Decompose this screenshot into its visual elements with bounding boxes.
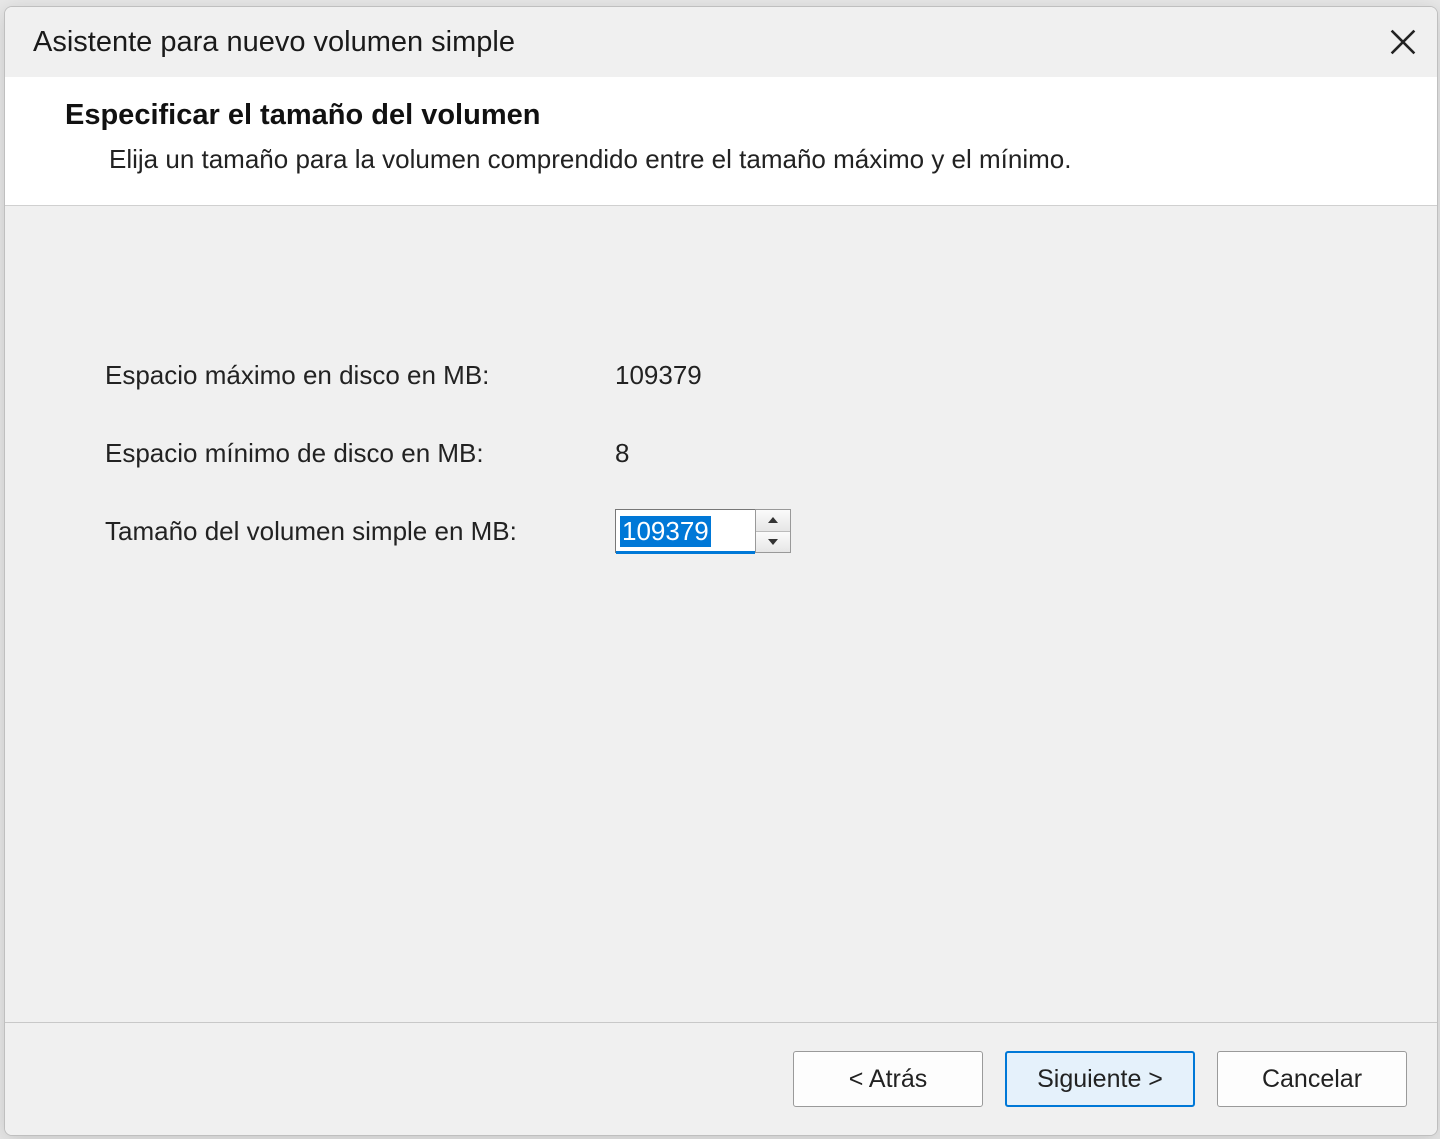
volume-size-spinner: 109379 — [615, 509, 791, 553]
row-min-space: Espacio mínimo de disco en MB: 8 — [105, 414, 1337, 492]
chevron-down-icon — [767, 538, 779, 546]
spinner-down-button[interactable] — [756, 531, 790, 553]
next-button[interactable]: Siguiente > — [1005, 1051, 1195, 1107]
row-max-space: Espacio máximo en disco en MB: 109379 — [105, 336, 1337, 414]
max-space-value: 109379 — [615, 360, 702, 391]
chevron-up-icon — [767, 516, 779, 524]
spinner-buttons — [755, 509, 791, 553]
close-icon — [1390, 29, 1416, 55]
volume-size-input[interactable]: 109379 — [615, 509, 755, 553]
spinner-up-button[interactable] — [756, 510, 790, 531]
max-space-label: Espacio máximo en disco en MB: — [105, 360, 615, 391]
back-button[interactable]: < Atrás — [793, 1051, 983, 1107]
footer: < Atrás Siguiente > Cancelar — [5, 1022, 1437, 1135]
min-space-label: Espacio mínimo de disco en MB: — [105, 438, 615, 469]
window-title: Asistente para nuevo volumen simple — [33, 26, 515, 59]
step-description: Elija un tamaño para la volumen comprend… — [65, 142, 1159, 177]
row-volume-size: Tamaño del volumen simple en MB: 109379 — [105, 492, 1337, 570]
volume-size-label: Tamaño del volumen simple en MB: — [105, 516, 615, 547]
close-button[interactable] — [1377, 16, 1429, 68]
step-title: Especificar el tamaño del volumen — [65, 99, 1377, 132]
cancel-button[interactable]: Cancelar — [1217, 1051, 1407, 1107]
wizard-window: Asistente para nuevo volumen simple Espe… — [4, 6, 1438, 1136]
volume-size-value: 109379 — [620, 516, 711, 547]
content-area: Espacio máximo en disco en MB: 109379 Es… — [5, 206, 1437, 1022]
titlebar: Asistente para nuevo volumen simple — [5, 7, 1437, 77]
min-space-value: 8 — [615, 438, 629, 469]
step-header: Especificar el tamaño del volumen Elija … — [5, 77, 1437, 206]
